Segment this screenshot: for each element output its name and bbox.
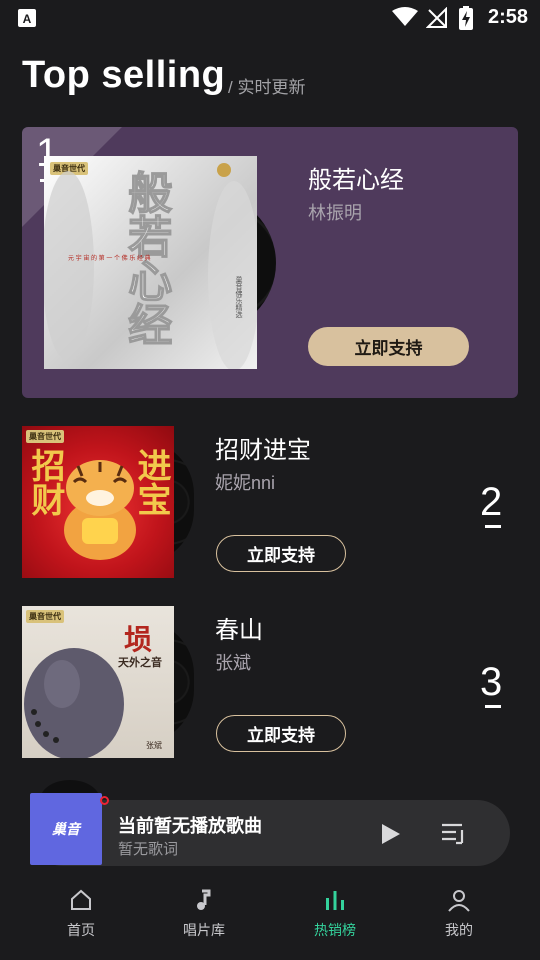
player-title: 当前暂无播放歌曲	[118, 816, 262, 836]
mini-player[interactable]	[30, 800, 510, 866]
xun-ocarina-image	[24, 648, 124, 758]
play-icon[interactable]	[380, 822, 402, 846]
cover-slogan: 元 宇 宙 的 第 一 个 佛 乐 经 典	[68, 256, 151, 262]
player-lyrics: 暂无歌词	[118, 841, 179, 858]
artist-name[interactable]: 妮妮nni	[215, 469, 275, 495]
cover-caption: 天外之音	[118, 657, 162, 669]
cover-big-char: 埙	[124, 623, 153, 656]
music-note-icon	[197, 889, 211, 910]
cover-badge: 巢音世代	[26, 610, 64, 623]
status-bar: A 2:58	[0, 0, 540, 36]
bar-chart-icon	[326, 891, 344, 910]
album-cover[interactable]: 巢音世代 招财 进宝	[22, 426, 174, 578]
artist-name[interactable]: 张斌	[215, 649, 251, 675]
nav-item-top-selling[interactable]: 热销榜	[290, 876, 380, 946]
rank-underline	[485, 525, 501, 528]
nav-label: 首页	[67, 922, 95, 938]
page-title: Top selling	[22, 54, 226, 96]
tiger-mascot-image	[64, 460, 136, 560]
app-notification-icon: A	[18, 9, 36, 27]
playlist-icon[interactable]	[440, 821, 466, 847]
support-button[interactable]: 立即支持	[216, 535, 346, 572]
cover-left-text: 招财	[25, 448, 65, 516]
support-button[interactable]: 立即支持	[216, 715, 346, 752]
nav-label: 热销榜	[314, 922, 356, 938]
nav-label: 我的	[445, 922, 473, 938]
bottom-nav: 首页 唱片库 热销榜 我的	[0, 876, 540, 960]
album-cover[interactable]: 巢音世代 埙 天外之音 张斌	[22, 606, 174, 758]
nav-item-home[interactable]: 首页	[36, 876, 126, 946]
featured-song-title[interactable]: 般若心经	[308, 160, 404, 195]
featured-album-card[interactable]: 1 巢音世代 般若心经 元 宇 宙 的 第 一 个 佛 乐 经 典 巢音佛乐精选…	[22, 127, 518, 398]
album-cover[interactable]: 巢音世代 般若心经 元 宇 宙 的 第 一 个 佛 乐 经 典 巢音佛乐精选	[44, 156, 257, 369]
player-indicator-dot	[100, 796, 109, 805]
page-subtitle: / 实时更新	[228, 78, 306, 97]
rank-number: 2	[480, 480, 503, 524]
rank-number: 3	[480, 660, 503, 704]
rank-underline	[485, 705, 501, 708]
nav-item-library[interactable]: 唱片库	[159, 876, 249, 946]
nav-item-me[interactable]: 我的	[414, 876, 504, 946]
cover-side-text: 巢音佛乐精选	[235, 276, 243, 318]
person-icon	[448, 890, 470, 912]
support-button[interactable]: 立即支持	[308, 327, 469, 366]
nav-label: 唱片库	[183, 922, 225, 938]
status-time: 2:58	[487, 6, 528, 28]
home-icon	[71, 889, 91, 910]
player-cover-label: 巢音	[52, 821, 80, 837]
svg-text:A: A	[23, 12, 32, 26]
no-signal-icon	[426, 7, 447, 28]
song-title[interactable]: 春山	[215, 610, 263, 645]
cover-author: 张斌	[146, 741, 162, 750]
song-title[interactable]: 招财进宝	[215, 430, 311, 465]
featured-artist[interactable]: 林振明	[308, 199, 362, 225]
player-cover[interactable]: 巢音	[30, 793, 102, 865]
battery-charging-icon	[459, 6, 473, 30]
cover-badge: 巢音世代	[26, 430, 64, 443]
wifi-icon	[392, 7, 418, 26]
